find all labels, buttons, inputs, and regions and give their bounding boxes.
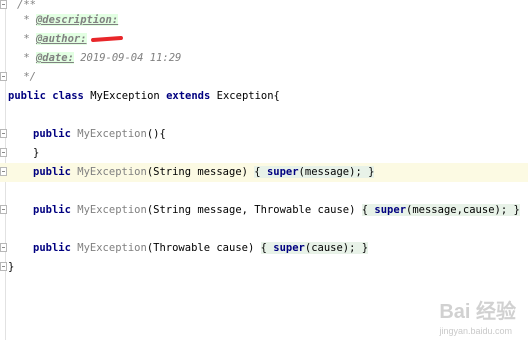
code-line: * @author: [0, 30, 528, 49]
watermark-logo: Bai 经验 [439, 301, 516, 323]
code-text: (message,cause); } [406, 204, 520, 216]
folded-body[interactable]: { super(message,cause); } [361, 204, 520, 216]
keyword: super [266, 166, 299, 178]
javadoc-prefix: * [17, 33, 36, 45]
keyword: super [374, 204, 407, 216]
folded-body[interactable]: { super(message); } [254, 166, 375, 178]
parameters: (String message) [146, 166, 255, 178]
javadoc-prefix: * [17, 14, 36, 26]
keyword: public [33, 242, 71, 254]
code-text: } [33, 147, 40, 159]
method-name: MyException [77, 204, 147, 216]
superclass: Exception{ [210, 90, 280, 102]
fold-toggle-icon[interactable] [0, 205, 7, 214]
code-line: */ [0, 68, 528, 87]
code-editor[interactable]: /** * @description: * @author: * @date: … [0, 0, 528, 340]
code-text: { [361, 204, 375, 216]
fold-toggle-icon[interactable] [0, 243, 7, 252]
code-line-constructor-current: public MyException(String message) { sup… [0, 163, 528, 182]
code-text: (message); } [298, 166, 375, 178]
keyword: super [273, 242, 305, 254]
fold-toggle-icon[interactable] [0, 72, 7, 81]
keyword: class [52, 90, 84, 102]
fold-toggle-icon[interactable] [0, 167, 7, 176]
keyword: public [33, 166, 71, 178]
parameters: (Throwable cause) [146, 242, 261, 254]
keyword: public [8, 90, 46, 102]
code-line: } [0, 258, 528, 277]
code-text: (cause); } [304, 242, 369, 254]
code-line-constructor: public MyException(Throwable cause) { su… [0, 239, 528, 258]
javadoc-tag-author: @author: [35, 33, 87, 45]
javadoc-tag-date: @date: [35, 52, 74, 64]
code-text: (){ [146, 128, 166, 140]
fold-toggle-icon[interactable] [0, 129, 7, 138]
watermark-url: jingyan.baidu.com [439, 326, 512, 336]
code-line: * @description: [0, 11, 528, 30]
code-line: } [0, 144, 528, 163]
folded-body[interactable]: { super(cause); } [260, 242, 369, 254]
code-line-class-declaration: public class MyException extends Excepti… [0, 87, 528, 106]
javadoc-tag-description: @description: [35, 14, 119, 26]
code-line-constructor: public MyException(String message, Throw… [0, 201, 528, 220]
parameters: (String message, Throwable cause) [146, 204, 362, 216]
keyword: extends [166, 90, 211, 102]
fold-toggle-icon[interactable] [0, 148, 7, 157]
code-line-constructor: public MyException(){ [0, 125, 528, 144]
javadoc-date-value: 2019-09-04 11:29 [73, 52, 182, 64]
javadoc-prefix: * [17, 52, 36, 64]
keyword: public [33, 204, 71, 216]
method-name: MyException [77, 128, 147, 140]
method-name: MyException [77, 242, 147, 254]
method-name: MyException [77, 166, 147, 178]
fold-toggle-icon[interactable] [0, 262, 7, 271]
code-text: { [254, 166, 267, 178]
class-name: MyException [90, 90, 160, 102]
javadoc-close: */ [17, 71, 36, 83]
fold-toggle-icon[interactable] [0, 0, 7, 9]
keyword: public [33, 128, 71, 140]
code-line: * @date: 2019-09-04 11:29 [0, 49, 528, 68]
code-text: } [8, 261, 15, 273]
redaction-mark [90, 35, 123, 43]
code-text: { [260, 242, 274, 254]
